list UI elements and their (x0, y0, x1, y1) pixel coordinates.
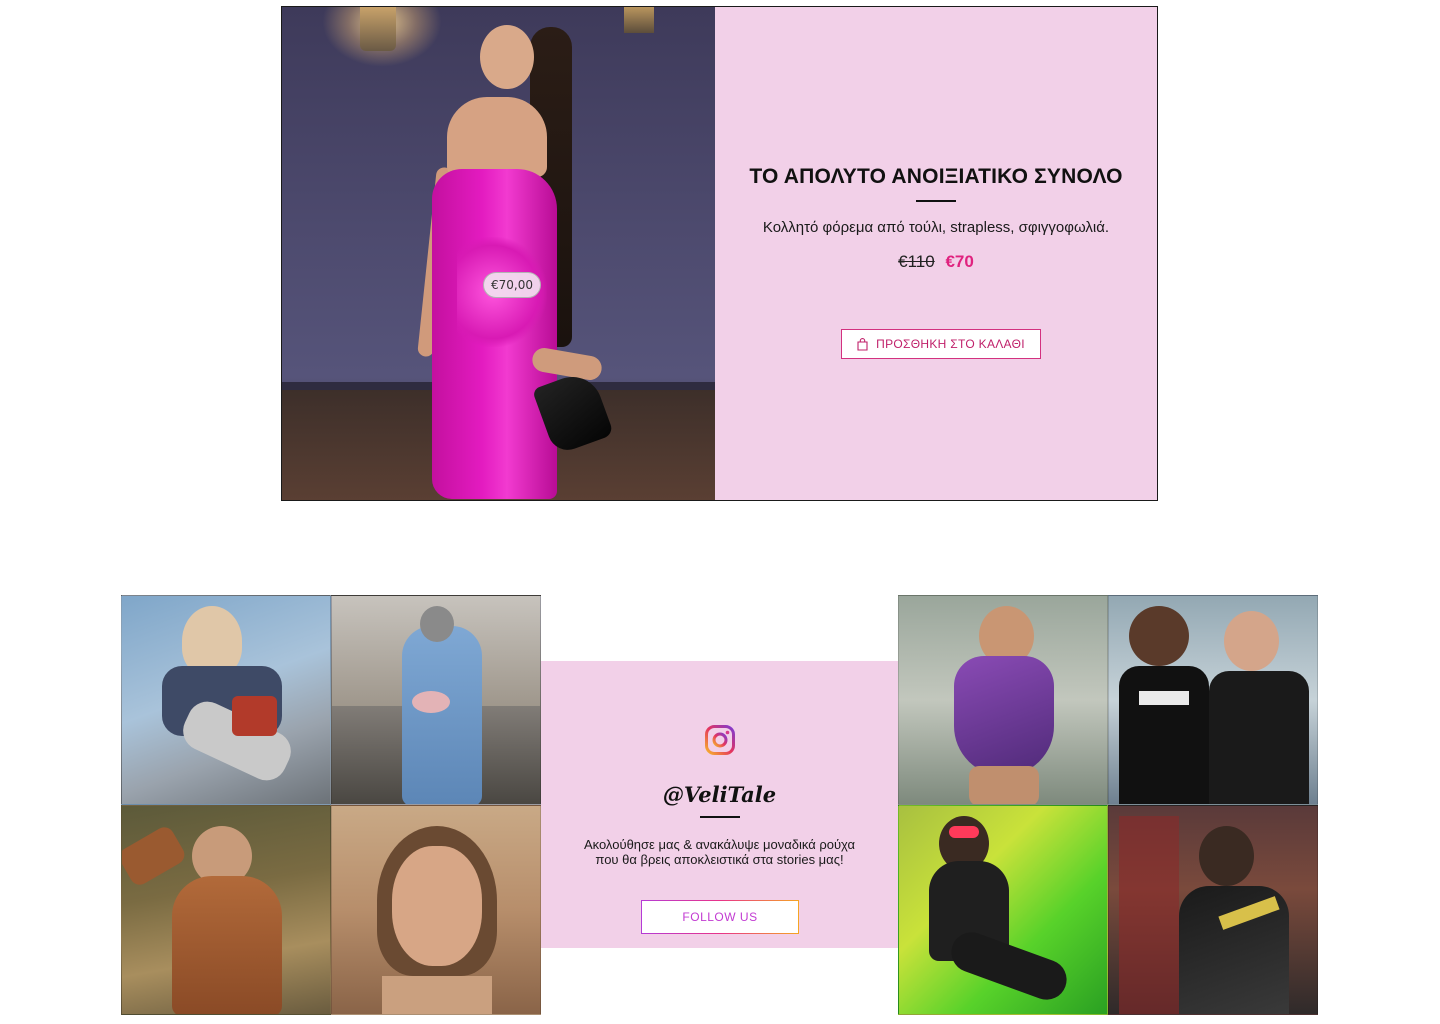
follow-us-button[interactable]: FOLLOW US (641, 900, 799, 934)
follow-description: Ακολούθησε μας & ανακάλυψε μοναδικά ρούχ… (571, 837, 868, 867)
wall-lamp (360, 7, 396, 51)
title-divider (916, 200, 956, 202)
instagram-photo[interactable] (121, 805, 331, 1015)
add-to-cart-button[interactable]: ΠΡΟΣΘΗΚΗ ΣΤΟ ΚΑΛΑΘΙ (841, 329, 1041, 359)
model-head (480, 25, 534, 89)
price-old: €110 (898, 252, 935, 271)
instagram-grid-left (121, 595, 541, 1015)
product-title: ΤΟ ΑΠΟΛΥΤΟ ΑΝΟΙΞΙΑΤΙΚΟ ΣΥΝΟΛΟ (749, 165, 1123, 188)
image-price-tag[interactable]: €70,00 (483, 272, 541, 298)
instagram-handle: @VeliTale (662, 782, 777, 807)
instagram-photo[interactable] (1108, 595, 1318, 805)
product-photo[interactable]: €70,00 (282, 7, 715, 500)
add-to-cart-label: ΠΡΟΣΘΗΚΗ ΣΤΟ ΚΑΛΑΘΙ (876, 337, 1025, 351)
product-info-panel: ΤΟ ΑΠΟΛΥΤΟ ΑΝΟΙΞΙΑΤΙΚΟ ΣΥΝΟΛΟ Κολλητό φό… (715, 7, 1157, 500)
product-prices: €110 €70 (715, 252, 1157, 272)
follow-description-line1: Ακολούθησε μας & ανακάλυψε μοναδικά ρούχ… (583, 837, 856, 852)
model-shoulders (447, 97, 547, 177)
follow-description-line2: που θα βρεις αποκλειστικά στα stories μα… (595, 852, 844, 867)
product-description: Κολλητό φόρεμα από τούλι, strapless, σφι… (762, 219, 1110, 236)
instagram-photo[interactable] (898, 595, 1108, 805)
handle-divider (700, 816, 740, 818)
instagram-follow-card: @VeliTale Ακολούθησε μας & ανακάλυψε μον… (541, 661, 898, 948)
page: €70,00 ΤΟ ΑΠΟΛΥΤΟ ΑΝΟΙΞΙΑΤΙΚΟ ΣΥΝΟΛΟ Κολ… (0, 0, 1440, 1024)
instagram-photo[interactable] (331, 805, 541, 1015)
instagram-photo[interactable] (1108, 805, 1318, 1015)
price-new: €70 (945, 252, 974, 271)
instagram-grid-right (898, 595, 1318, 1015)
instagram-photo[interactable] (898, 805, 1108, 1015)
wall-lamp-right (624, 7, 654, 33)
instagram-photo[interactable] (121, 595, 331, 805)
shopping-bag-icon (857, 337, 868, 351)
instagram-photo[interactable] (331, 595, 541, 805)
instagram-icon[interactable] (705, 725, 735, 755)
product-promo: €70,00 ΤΟ ΑΠΟΛΥΤΟ ΑΝΟΙΞΙΑΤΙΚΟ ΣΥΝΟΛΟ Κολ… (281, 6, 1158, 501)
